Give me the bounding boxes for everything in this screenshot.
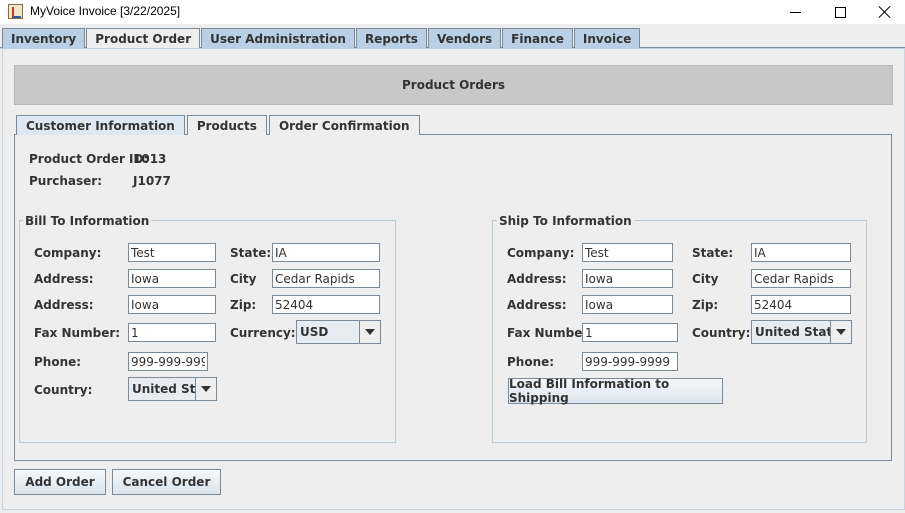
ship-city-label: City — [692, 272, 719, 286]
ship-zip-label: Zip: — [692, 298, 719, 312]
bill-address1-label: Address: — [34, 272, 94, 286]
bill-country-label: Country: — [34, 383, 93, 397]
tab-vendors[interactable]: Vendors — [427, 28, 502, 48]
currency-label: Currency: — [230, 326, 296, 340]
purchaser-label: Purchaser: — [29, 174, 103, 188]
page-title: Product Orders — [401, 78, 506, 92]
ship-city-input[interactable] — [751, 269, 851, 288]
tab-product-order[interactable]: Product Order — [86, 28, 201, 48]
tab-customer-information[interactable]: Customer Information — [16, 115, 185, 135]
tab-order-confirmation[interactable]: Order Confirmation — [268, 115, 420, 135]
ship-company-label: Company: — [507, 246, 575, 260]
bill-city-input[interactable] — [272, 269, 380, 288]
order-id-label: Product Order ID: — [29, 152, 149, 166]
cancel-order-button[interactable]: Cancel Order — [112, 469, 221, 495]
ship-to-title: Ship To Information — [497, 214, 634, 228]
bill-address2-input[interactable] — [128, 295, 216, 314]
ship-fax-input[interactable] — [582, 323, 678, 342]
bill-state-label: State: — [230, 246, 272, 260]
bill-company-input[interactable] — [128, 243, 216, 262]
ship-company-input[interactable] — [582, 243, 673, 262]
bill-country-value: United St... — [129, 378, 196, 400]
maximize-button[interactable] — [817, 0, 863, 24]
tab-user-administration[interactable]: User Administration — [201, 28, 355, 48]
chevron-down-icon — [196, 378, 216, 400]
ship-state-input[interactable] — [751, 243, 851, 262]
chevron-down-icon — [831, 321, 851, 343]
purchaser-value: J1077 — [133, 174, 171, 188]
bill-phone-input[interactable] — [128, 352, 208, 371]
order-id-value: 1013 — [133, 152, 167, 166]
bill-zip-input[interactable] — [272, 295, 380, 314]
order-tab-strip: Customer Information Products Order Conf… — [16, 115, 422, 135]
ship-phone-label: Phone: — [507, 355, 555, 369]
minimize-icon — [789, 11, 801, 13]
ship-fax-label: Fax Number: — [507, 326, 594, 340]
bill-company-label: Company: — [34, 246, 102, 260]
minimize-button[interactable] — [772, 0, 818, 24]
tab-inventory[interactable]: Inventory — [2, 28, 86, 48]
ship-zip-input[interactable] — [751, 295, 851, 314]
close-button[interactable] — [862, 0, 905, 24]
tab-products[interactable]: Products — [186, 115, 267, 135]
tab-invoice[interactable]: Invoice — [573, 28, 641, 48]
close-icon — [878, 5, 892, 19]
load-bill-to-shipping-button[interactable]: Load Bill Information to Shipping — [508, 377, 723, 405]
bill-country-select[interactable]: United St... — [128, 377, 217, 401]
bill-state-input[interactable] — [272, 243, 380, 262]
title-bar: MyVoice Invoice [3/22/2025] — [0, 0, 905, 24]
ship-country-select[interactable]: United States — [751, 320, 852, 344]
window-title: MyVoice Invoice [3/22/2025] — [30, 4, 181, 18]
chevron-down-icon — [360, 321, 380, 343]
ship-state-label: State: — [692, 246, 734, 260]
ship-country-value: United States — [752, 321, 831, 343]
currency-select[interactable]: USD — [296, 320, 381, 344]
maximize-icon — [834, 6, 846, 18]
ship-phone-input[interactable] — [582, 352, 678, 371]
ship-address1-input[interactable] — [582, 269, 673, 288]
add-order-button[interactable]: Add Order — [14, 469, 106, 495]
ship-address2-input[interactable] — [582, 295, 673, 314]
tab-reports[interactable]: Reports — [355, 28, 427, 48]
tab-product-order-label: Product Order — [95, 31, 192, 46]
bill-fax-input[interactable] — [128, 323, 216, 342]
bill-address1-input[interactable] — [128, 269, 216, 288]
ship-country-label: Country: — [692, 326, 751, 340]
ship-address1-label: Address: — [507, 272, 567, 286]
main-tab-strip: Inventory Product Order User Administrat… — [2, 28, 641, 48]
bill-phone-label: Phone: — [34, 355, 82, 369]
bill-city-label: City — [230, 272, 257, 286]
currency-value: USD — [297, 321, 360, 343]
bill-address2-label: Address: — [34, 298, 94, 312]
bill-zip-label: Zip: — [230, 298, 257, 312]
ship-address2-label: Address: — [507, 298, 567, 312]
tab-finance[interactable]: Finance — [502, 28, 573, 48]
bill-fax-label: Fax Number: — [34, 326, 121, 340]
app-icon — [8, 4, 23, 19]
bill-to-title: Bill To Information — [23, 214, 152, 228]
page-header: Product Orders — [14, 65, 893, 105]
